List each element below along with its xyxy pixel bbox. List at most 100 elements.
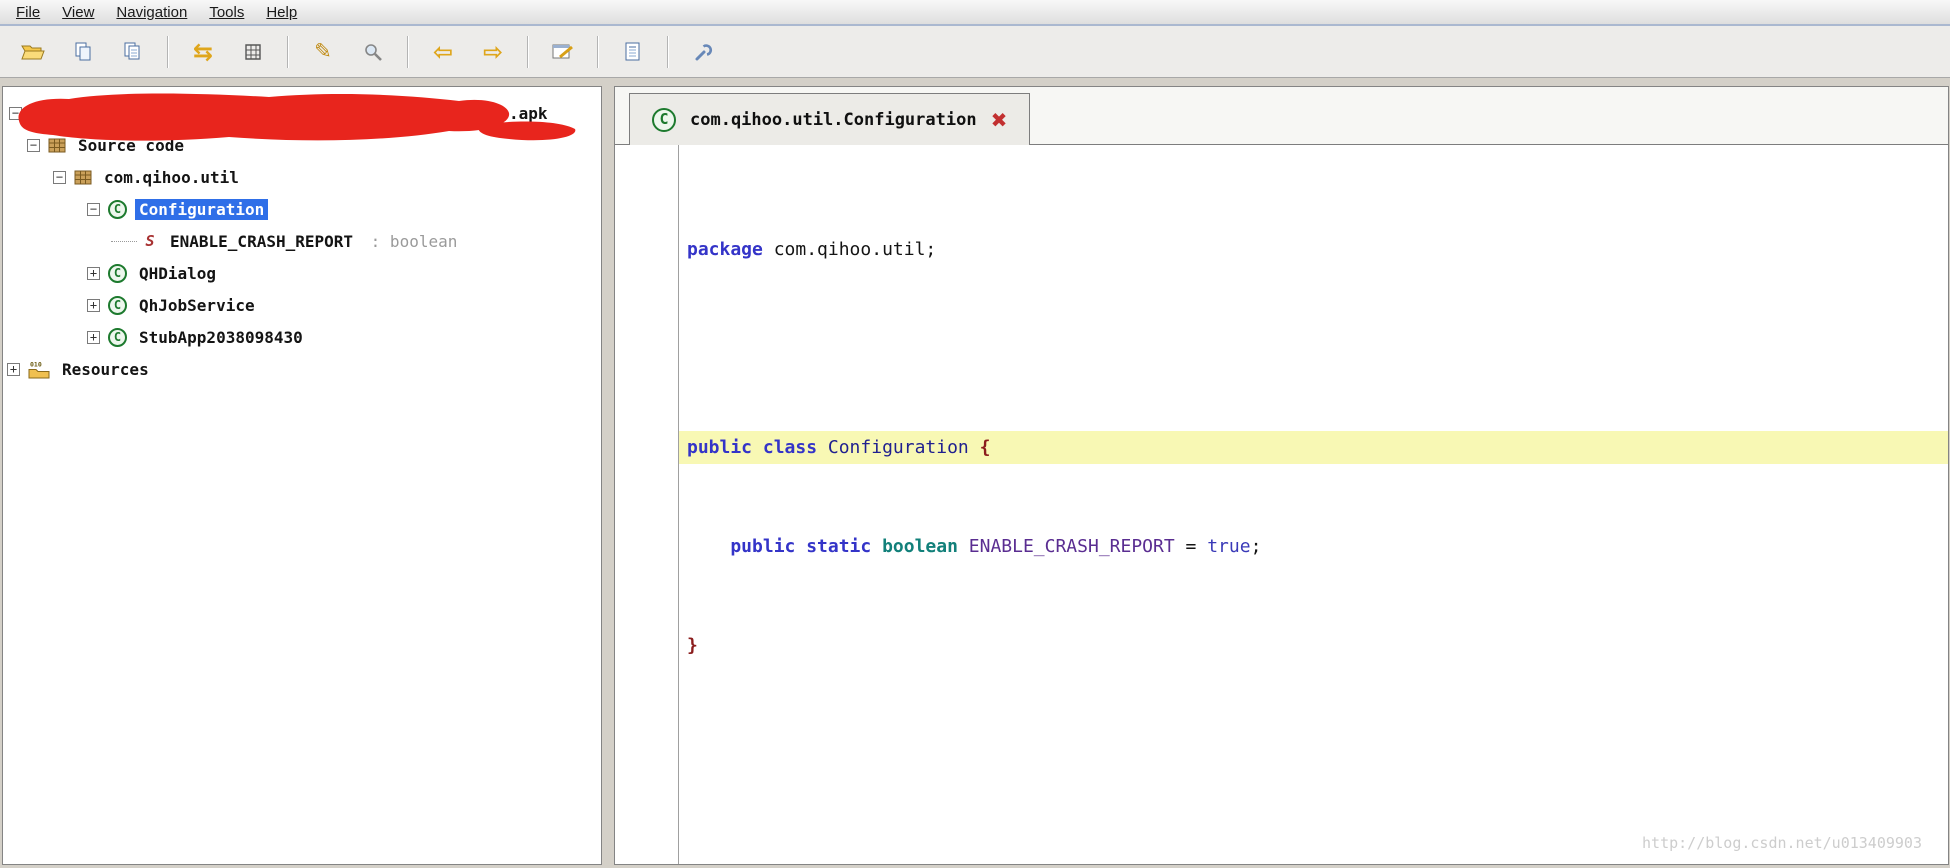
code-token: ; [1250, 536, 1262, 557]
expand-icon[interactable] [87, 298, 100, 312]
editor-panel: com.qihoo.util.Configuration ✖ package c… [614, 86, 1949, 865]
menu-navigation[interactable]: Navigation [106, 3, 197, 22]
back-arrow-icon: ⇦ [432, 37, 454, 66]
tree-row-configuration[interactable]: Configuration [3, 193, 601, 225]
tree-row-package[interactable]: com.qihoo.util [3, 161, 601, 193]
tree-row-qhdialog[interactable]: QHDialog [3, 257, 601, 289]
toolbar-separator [407, 35, 409, 68]
copy-page-icon [75, 42, 91, 60]
grid-icon [245, 43, 261, 60]
class-icon [108, 295, 127, 315]
refresh-arrows-icon: ⇆ [192, 37, 214, 66]
save-all-sources-button[interactable] [112, 32, 154, 72]
refresh-button[interactable]: ⇆ [182, 32, 224, 72]
decompiler-window: File View Navigation Tools Help ⇆ ✎ ⇦ ⇨ … [0, 0, 1950, 865]
edit-window-icon [552, 44, 573, 58]
search-button[interactable] [352, 32, 394, 72]
menu-view[interactable]: View [52, 3, 104, 22]
main-split: .apk Source code com.qihoo.util Confi [0, 78, 1950, 865]
source-package-icon [48, 138, 66, 153]
tree-label-source-code: Source code [78, 135, 184, 155]
code-line-field-decl: public static boolean ENABLE_CRASH_REPOR… [679, 530, 1948, 563]
forward-arrow-icon: ⇨ [482, 37, 504, 66]
expand-icon[interactable] [7, 362, 20, 376]
class-icon [108, 263, 127, 283]
tree-label-resources: Resources [62, 359, 149, 379]
open-type-button[interactable] [542, 32, 584, 72]
open-folder-icon [21, 45, 45, 60]
close-tab-icon[interactable]: ✖ [991, 108, 1008, 132]
apk-file-icon [30, 104, 45, 122]
code-line-package: package com.qihoo.util; [679, 233, 1948, 266]
collapse-icon[interactable] [27, 138, 40, 152]
class-icon [108, 327, 127, 347]
code-editor[interactable]: package com.qihoo.util; public class Con… [615, 145, 1948, 864]
code-token: = [1174, 536, 1197, 557]
preferences-button[interactable] [682, 32, 724, 72]
collapse-icon[interactable] [53, 170, 66, 184]
code-line-class-decl: public class Configuration { [679, 431, 1948, 464]
code-content: package com.qihoo.util; public class Con… [679, 145, 1948, 864]
tab-label: com.qihoo.util.Configuration [690, 109, 977, 130]
wrench-icon [695, 43, 713, 60]
class-icon [108, 199, 127, 219]
code-line-close-brace: } [679, 629, 1948, 662]
search-icon [365, 43, 382, 61]
tree-row-qhjobservice[interactable]: QhJobService [3, 289, 601, 321]
menu-file[interactable]: File [6, 3, 50, 22]
csdn-watermark: http://blog.csdn.net/u013409903 [1642, 834, 1922, 852]
tree-field-type: : boolean [361, 231, 458, 251]
tree-label-qhdialog: QHDialog [139, 263, 217, 283]
tree-row-apk-root[interactable]: .apk [3, 97, 601, 129]
wand-pencil-icon: ✎ [314, 39, 332, 63]
tree-connector-line [111, 240, 137, 242]
document-icon [625, 42, 640, 60]
forward-button[interactable]: ⇨ [472, 32, 514, 72]
tree-label-field: ENABLE_CRASH_REPORT [170, 231, 354, 251]
toolbar-separator [167, 35, 169, 68]
tree-label-apk: .apk [509, 103, 548, 123]
open-file-button[interactable] [12, 32, 54, 72]
code-token: public class [687, 437, 818, 458]
editor-gutter [615, 145, 679, 864]
collapse-icon[interactable] [87, 202, 100, 216]
tab-configuration[interactable]: com.qihoo.util.Configuration ✖ [629, 93, 1031, 145]
tree-row-resources[interactable]: 010 Resources [3, 353, 601, 385]
menu-tools[interactable]: Tools [199, 3, 254, 22]
expand-icon[interactable] [87, 330, 100, 344]
tree-label-package: com.qihoo.util [104, 167, 239, 187]
tree-row-stubapp[interactable]: StubApp2038098430 [3, 321, 601, 353]
report-button[interactable] [612, 32, 654, 72]
toolbar: ⇆ ✎ ⇦ ⇨ [0, 26, 1950, 78]
toolbar-separator [597, 35, 599, 68]
tree-label-stubapp: StubApp2038098430 [139, 327, 303, 347]
code-token: package [687, 239, 763, 260]
svg-text:010: 010 [30, 360, 42, 368]
tree-row-field[interactable]: ENABLE_CRASH_REPORT : boolean [3, 225, 601, 257]
code-token: boolean [871, 536, 958, 557]
toolbar-separator [667, 35, 669, 68]
grid-view-button[interactable] [232, 32, 274, 72]
code-token: { [979, 437, 991, 458]
wizard-button[interactable]: ✎ [302, 32, 344, 72]
code-token: com.qihoo.util; [762, 239, 937, 260]
panel-splitter[interactable] [602, 86, 614, 865]
back-button[interactable]: ⇦ [422, 32, 464, 72]
resources-folder-icon: 010 [28, 360, 50, 379]
collapse-icon[interactable] [9, 106, 22, 120]
code-token: Configuration [817, 437, 980, 458]
menu-bar: File View Navigation Tools Help [0, 0, 1950, 26]
tree-label-qhjobservice: QhJobService [139, 295, 255, 315]
toolbar-separator [287, 35, 289, 68]
code-token: } [687, 635, 698, 656]
menu-help[interactable]: Help [256, 3, 307, 22]
code-token: ENABLE_CRASH_REPORT [957, 536, 1175, 557]
copy-pages-icon [124, 42, 140, 59]
save-source-button[interactable] [62, 32, 104, 72]
tree-row-source-code[interactable]: Source code [3, 129, 601, 161]
code-token: public static [687, 536, 872, 557]
expand-icon[interactable] [87, 266, 100, 280]
toolbar-separator [527, 35, 529, 68]
project-tree-panel[interactable]: .apk Source code com.qihoo.util Confi [2, 86, 602, 865]
